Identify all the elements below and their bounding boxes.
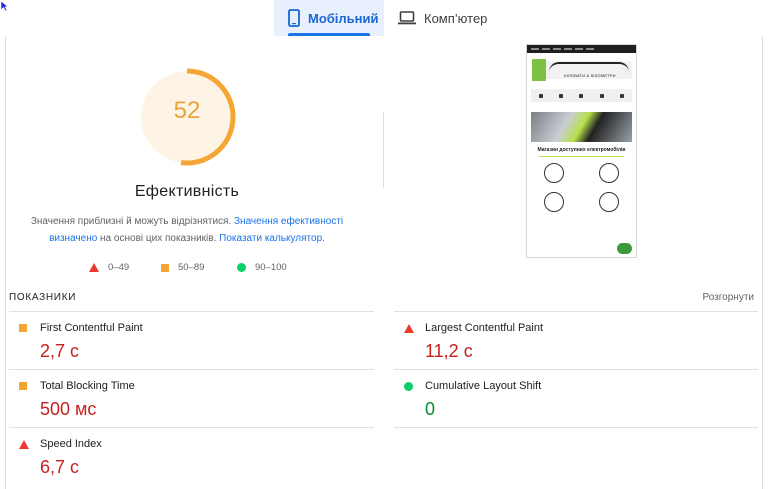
red-triangle-icon [19,440,29,449]
logo-caption: КІЛОВАТИ & КІЛОМЕТРИ [564,73,616,78]
tab-desktop-label: Комп’ютер [424,10,488,26]
expand-view-button[interactable]: Розгорнути [690,292,754,303]
divider [9,427,374,428]
tab-mobile-label: Мобільний [308,10,379,26]
orange-square-icon [161,263,169,272]
metric-name: First Contentful Paint [40,322,143,334]
metric-name: Cumulative Layout Shift [425,380,542,392]
legend-range: 0–49 [108,262,130,273]
metric-value: 2,7 с [40,341,80,361]
legend-range: 50–89 [178,262,205,273]
orange-square-icon [19,324,27,332]
thumbnail-topbar [527,45,636,53]
tab-mobile[interactable]: Мобільний [274,0,384,36]
metric-name: Speed Index [40,438,102,450]
divider [9,311,374,312]
device-tabs: Мобільний Комп’ютер [0,0,768,36]
note-text: Значення приблизні й можуть відрізнятися… [30,216,235,227]
wrench-icon [527,192,582,217]
calculator-link[interactable]: Показати калькулятор. [219,233,325,244]
legend-range: 90–100 [255,262,287,273]
thumbnail-icon-grid [527,163,636,217]
metric-value: 0 [425,399,436,419]
red-triangle-icon [404,324,414,333]
thumbnail-logo: КІЛОВАТИ & КІЛОМЕТРИ [527,56,636,86]
compass-icon [527,163,582,188]
metric-value: 500 мс [40,399,97,419]
smartphone-icon [288,9,300,27]
metric-value: 11,2 с [425,341,473,361]
panel-border-right [762,36,763,489]
orange-square-icon [19,382,27,390]
dollar-icon [582,163,637,188]
laptop-icon [398,11,416,25]
metric-name: Total Blocking Time [40,380,135,392]
battery-icon [532,59,546,81]
thumbnail-heading: Магазин доступних електромобілів [537,147,626,153]
panel-border-left [5,36,6,489]
phone-icon [582,192,637,217]
legend-item-average: 50–89 [161,262,204,273]
performance-score: 52 [173,97,201,124]
page-screenshot-thumbnail: КІЛОВАТИ & КІЛОМЕТРИ Магазин доступних е… [526,44,637,258]
performance-note: Значення приблизні й можуть відрізнятися… [20,213,354,247]
thumbnail-nav [531,89,632,102]
legend-item-pass: 90–100 [237,262,287,273]
thumbnail-divider [539,156,624,157]
divider [9,369,374,370]
active-tab-indicator [288,33,370,36]
green-circle-icon [237,263,246,272]
legend-item-fail: 0–49 [89,262,129,273]
thumbnail-hero-image [531,112,632,142]
divider [394,311,758,312]
red-triangle-icon [89,263,99,272]
tab-desktop[interactable]: Комп’ютер [396,0,516,36]
performance-title: Ефективність [134,183,240,200]
car-icon [549,62,629,72]
metric-value: 6,7 с [40,457,80,477]
divider [394,427,758,428]
vertical-divider [383,112,384,188]
green-circle-icon [404,382,413,391]
divider [394,369,758,370]
metrics-section-title: ПОКАЗНИКИ [9,292,77,303]
chat-icon [617,243,632,254]
note-text-2: на основі цих показників. [97,233,220,244]
metric-name: Largest Contentful Paint [425,322,544,334]
